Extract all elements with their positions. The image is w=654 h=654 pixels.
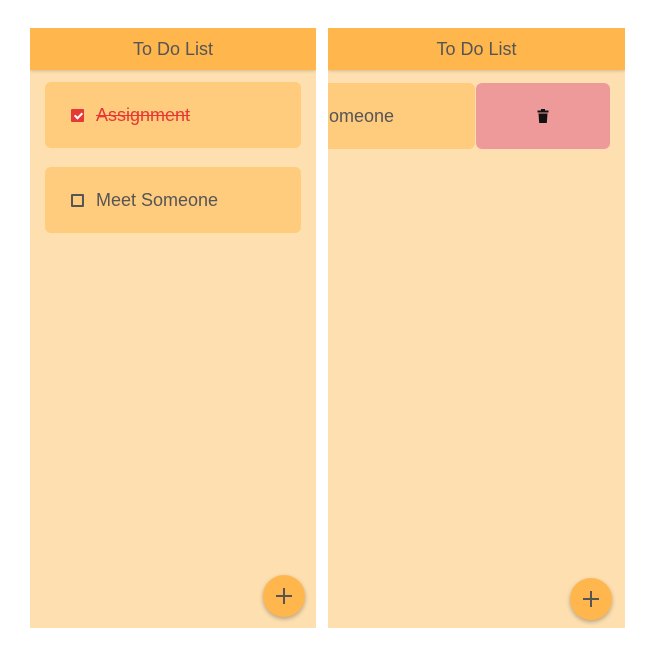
right-screen: To Do List omeone [328,28,625,628]
app-bar: To Do List [328,28,625,70]
task-card[interactable]: Assignment [45,82,301,148]
app-title: To Do List [132,38,214,59]
task-checkbox-unchecked[interactable] [71,193,84,207]
task-label: Assignment [96,104,191,125]
add-task-button[interactable] [570,578,612,620]
task-card[interactable]: Meet Someone [45,167,301,233]
screenshot-canvas: To Do List Assignment Meet Someone To Do… [0,0,654,654]
left-screen: To Do List Assignment Meet Someone [30,28,316,628]
task-checkbox-checked[interactable] [71,108,84,122]
app-title: To Do List [436,38,517,59]
task-card-swiped[interactable]: omeone [328,83,475,149]
plus-icon [583,591,599,607]
app-bar: To Do List [30,28,316,70]
task-label: Meet Someone [96,189,219,210]
delete-task-button[interactable] [476,83,610,149]
add-task-button[interactable] [263,575,305,617]
plus-icon [276,588,292,604]
task-label: omeone [328,105,394,126]
trash-icon [537,109,549,123]
